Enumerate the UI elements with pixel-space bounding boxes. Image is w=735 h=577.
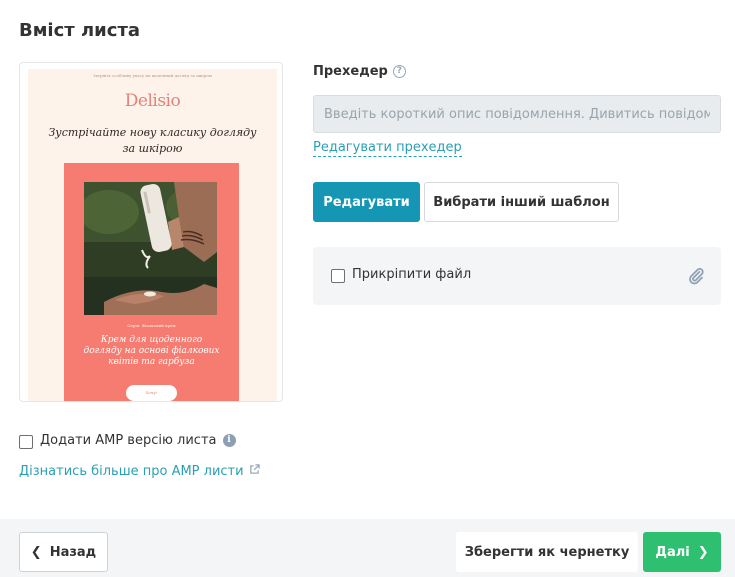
- choose-template-button[interactable]: Вибрати інший шаблон: [424, 182, 619, 222]
- preheader-label-text: Прехедер: [313, 64, 388, 79]
- amp-learn-more-link[interactable]: Дізнатись більше про AMP листи: [19, 464, 260, 479]
- preheader-label: Прехедер ?: [313, 64, 406, 79]
- back-button[interactable]: ❮ Назад: [19, 532, 108, 572]
- email-preview-cta-button: Хочу!: [126, 385, 177, 401]
- edit-button[interactable]: Редагувати: [313, 182, 420, 222]
- paperclip-icon[interactable]: [687, 267, 705, 289]
- amp-version-label-text: Додати AMP версію листа: [40, 433, 217, 448]
- preheader-input[interactable]: [313, 95, 721, 133]
- email-preview-product-block: Серія: Фіалковий крем Крем для щоденного…: [64, 163, 239, 401]
- email-preview-preheader: Зверніть особливу увагу на щоденний догл…: [92, 73, 213, 78]
- chevron-left-icon: ❮: [30, 544, 42, 560]
- email-preview-logo: Delisio: [124, 91, 181, 111]
- back-button-label: Назад: [49, 544, 97, 560]
- email-preview-product-photo: [84, 182, 217, 315]
- next-button-label: Далі: [655, 544, 690, 560]
- email-preview-canvas: Зверніть особливу увагу на щоденний догл…: [28, 69, 277, 401]
- amp-version-label[interactable]: Додати AMP версію листа i: [40, 433, 236, 448]
- product-photo-image: [84, 182, 217, 315]
- email-preview-product-text: Крем для щоденного догляду на основі фіа…: [83, 335, 220, 367]
- footer-bar: ❮ Назад Зберегти як чернетку Далі ❯: [0, 519, 735, 577]
- chevron-right-icon: ❯: [697, 544, 709, 560]
- attach-file-checkbox[interactable]: [331, 269, 345, 283]
- amp-version-checkbox[interactable]: [19, 435, 33, 449]
- email-preview-photo-label: Серія: Фіалковий крем: [127, 323, 176, 328]
- email-preview-thumbnail[interactable]: Зверніть особливу увагу на щоденний догл…: [19, 62, 283, 402]
- next-button[interactable]: Далі ❯: [643, 532, 721, 572]
- attach-file-label[interactable]: Прикріпити файл: [352, 267, 471, 282]
- info-circle-icon[interactable]: i: [222, 434, 236, 447]
- save-draft-button[interactable]: Зберегти як чернетку: [456, 532, 638, 572]
- attachment-panel: Прикріпити файл: [313, 247, 721, 305]
- amp-learn-more-text: Дізнатись більше про AMP листи: [19, 464, 244, 479]
- edit-preheader-link[interactable]: Редагувати прехедер: [313, 140, 462, 157]
- external-link-icon: [249, 464, 260, 479]
- question-circle-icon[interactable]: ?: [392, 65, 406, 78]
- email-preview-headline: Зустрічайте нову класику догляду за шкір…: [48, 126, 257, 155]
- section-title: Вміст листа: [19, 20, 141, 41]
